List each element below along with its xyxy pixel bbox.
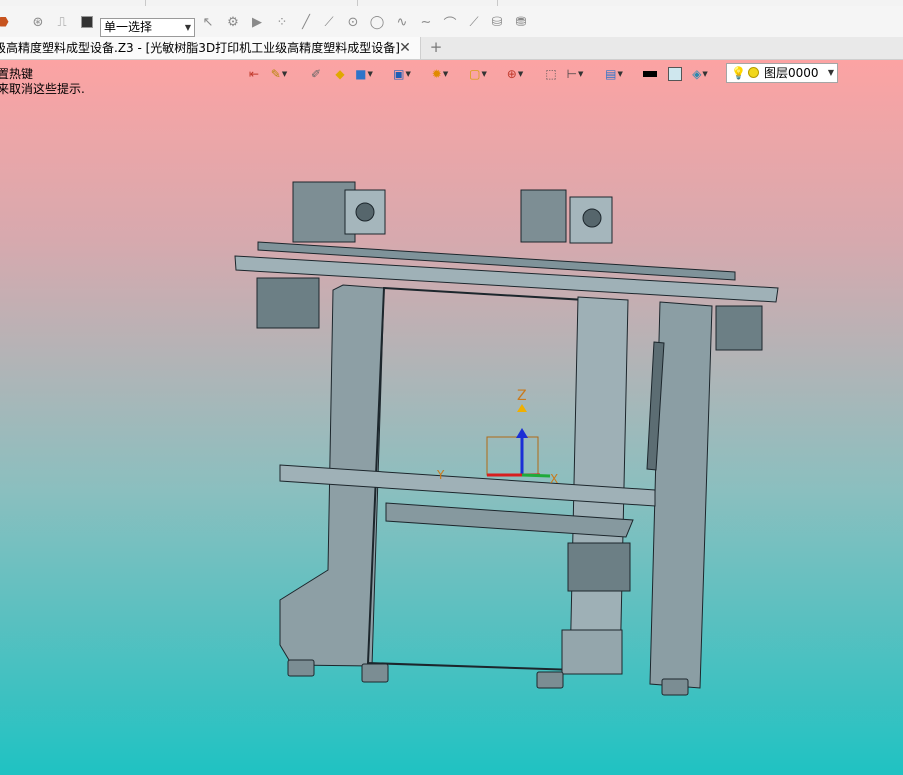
circle-icon[interactable]: ◯ [368,13,386,31]
main-toolbar: ⬣ ⊛ ⎍ 单一选择 ▼ ↖ ⚙ ▶ ⁘ ╱ ⟋ ⊙ ◯ ∿ ∼ ⌒ ⟋ ⛁ ⛃ [0,6,903,38]
left-side-motor [256,277,320,329]
undo-pin-icon[interactable]: ⎍ [53,13,71,31]
document-tab[interactable]: 级高精度塑料成型设备.Z3 - [光敏树脂3D打印机工业级高精度塑料成型设备] … [0,37,421,59]
surface2-icon[interactable]: ⛃ [512,13,530,31]
bottom-carriage [561,629,623,675]
close-icon[interactable]: ✕ [398,37,412,59]
arc-icon[interactable]: ⌒ [441,13,459,32]
select-filter-icon[interactable]: ⚙ [224,13,242,31]
document-tab-title: 级高精度塑料成型设备.Z3 - [光敏树脂3D打印机工业级高精度塑料成型设备] [0,41,400,55]
bottom-motor [567,542,631,592]
circle-point-icon[interactable]: ⊙ [344,13,362,31]
surface-icon[interactable]: ⛁ [488,13,506,31]
axis-gizmo[interactable]: Z Y X [436,388,558,486]
3d-viewport[interactable]: 置热键 来取消这些提示. ⇤ ✎ ▼ ✐ ◆ ■ ▼ ▣ ▼ ✹ ▼ ▢ ▼ ⊕ ▼ ⬚ ⊢… [0,60,903,775]
axis-z-label: Z [517,388,527,404]
printer-model[interactable]: Z Y X [0,60,903,775]
foot [287,659,315,677]
top-right-motor [520,189,567,243]
wave-icon[interactable]: ∼ [417,13,435,31]
foot [536,671,564,689]
new-tab-button[interactable]: + [428,37,444,59]
foot [661,678,689,696]
points-icon[interactable]: ⁘ [273,13,291,31]
line2-icon[interactable]: ⟋ [320,13,338,31]
pick-icon[interactable]: ↖ [199,13,217,31]
line-icon[interactable]: ╱ [297,13,315,31]
select-mode-dropdown[interactable]: 单一选择 ▼ [100,18,195,37]
select-mode-label: 单一选择 [104,20,153,34]
line3-icon[interactable]: ⟋ [465,13,483,31]
foot [361,663,389,683]
app-logo-icon[interactable]: ⬣ [0,13,12,31]
axis-x-label: X [550,472,558,486]
history-icon[interactable]: ⊛ [29,13,47,31]
chevron-down-icon: ▼ [184,23,191,32]
play-icon[interactable]: ▶ [248,13,266,31]
axis-y-label: Y [436,468,445,482]
right-side-motor [715,305,763,351]
document-tabbar: 级高精度塑料成型设备.Z3 - [光敏树脂3D打印机工业级高精度塑料成型设备] … [0,37,903,60]
stop-icon[interactable] [78,13,96,31]
curve-icon[interactable]: ∿ [393,13,411,31]
